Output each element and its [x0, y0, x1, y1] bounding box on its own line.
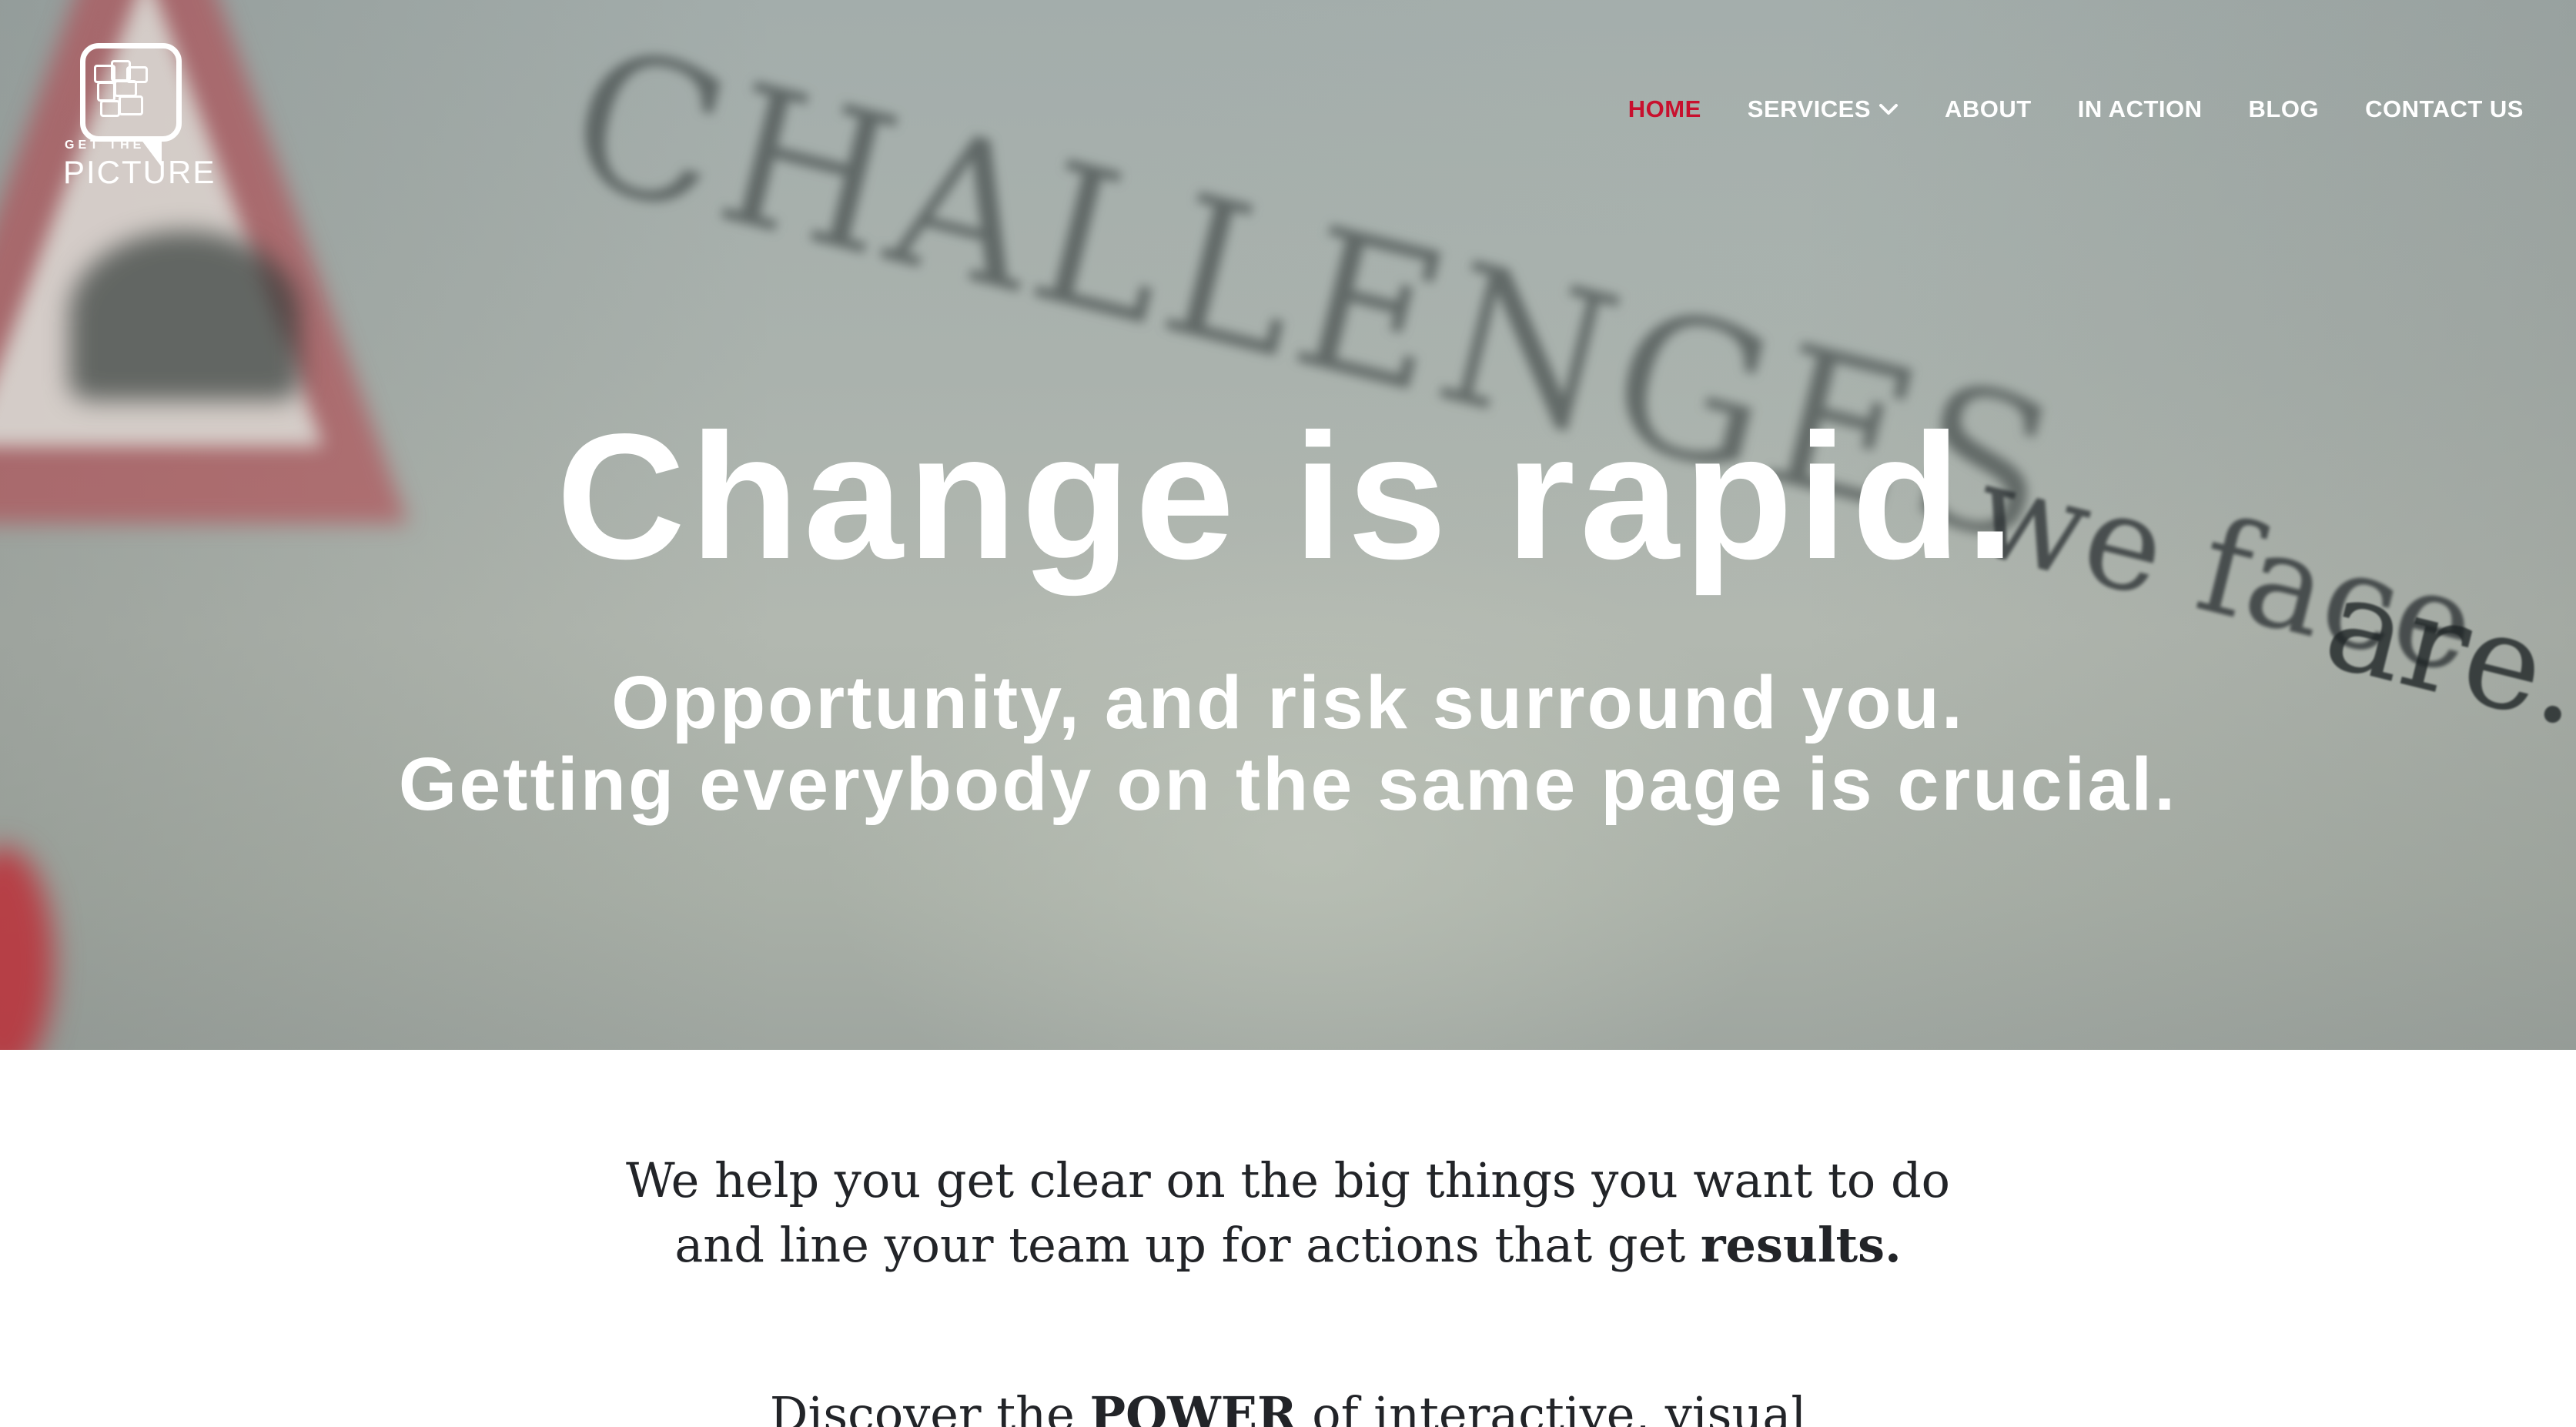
nav-item-services[interactable]: SERVICES	[1748, 95, 1899, 123]
nav-item-home[interactable]: HOME	[1628, 95, 1701, 123]
discover-paragraph: Discover the POWER of interactive, visua…	[0, 1382, 2576, 1427]
road-sign-symbol	[69, 231, 300, 400]
nav-item-label: CONTACT US	[2365, 95, 2524, 122]
discover-suffix: of interactive, visual	[1296, 1386, 1807, 1427]
logo-text-small: GET THE	[65, 139, 146, 152]
hero-subtitle-line-2: Getting everybody on the same page is cr…	[398, 742, 2178, 826]
hero-section: CHALLENGES we face are... GET THE PICTUR…	[0, 0, 2576, 1050]
nav-item-blog[interactable]: BLOG	[2249, 95, 2320, 123]
site-logo[interactable]: GET THE PICTURE	[63, 43, 214, 190]
nav-item-label: BLOG	[2248, 95, 2320, 122]
nav-item-contact-us[interactable]: CONTACT US	[2365, 95, 2524, 123]
intro-results-emphasis: results.	[1700, 1217, 1902, 1273]
hero-subtitle-line-1: Opportunity, and risk surround you.	[611, 660, 1965, 744]
logo-tile	[100, 100, 120, 117]
intro-line-2-text: and line your team up for actions that g…	[674, 1217, 1701, 1273]
hero-title: Change is rapid.	[556, 397, 2020, 597]
logo-tile	[97, 82, 115, 102]
logo-text-big: PICTURE	[63, 154, 216, 190]
main-navigation: HOME SERVICES ABOUT IN ACTION BLOG CONTA…	[1628, 95, 2524, 123]
intro-paragraph: We help you get clear on the big things …	[0, 1148, 2576, 1278]
nav-item-label: HOME	[1628, 95, 1701, 122]
logo-tile	[114, 80, 137, 97]
chevron-down-icon	[1878, 102, 1899, 116]
logo-tile	[119, 95, 143, 115]
discover-power-emphasis: POWER	[1089, 1386, 1297, 1427]
nav-item-label: IN ACTION	[2077, 95, 2203, 122]
nav-item-in-action[interactable]: IN ACTION	[2078, 95, 2203, 123]
intro-line-1: We help you get clear on the big things …	[626, 1152, 1950, 1208]
nav-item-label: SERVICES	[1747, 95, 1871, 122]
logo-tiles-icon	[80, 55, 149, 125]
discover-prefix: Discover the	[769, 1386, 1090, 1427]
nav-item-label: ABOUT	[1945, 95, 2032, 122]
intro-line-2: and line your team up for actions that g…	[0, 1213, 2576, 1278]
nav-item-about[interactable]: ABOUT	[1945, 95, 2032, 123]
hero-subtitle: Opportunity, and risk surround you. Gett…	[0, 662, 2576, 825]
